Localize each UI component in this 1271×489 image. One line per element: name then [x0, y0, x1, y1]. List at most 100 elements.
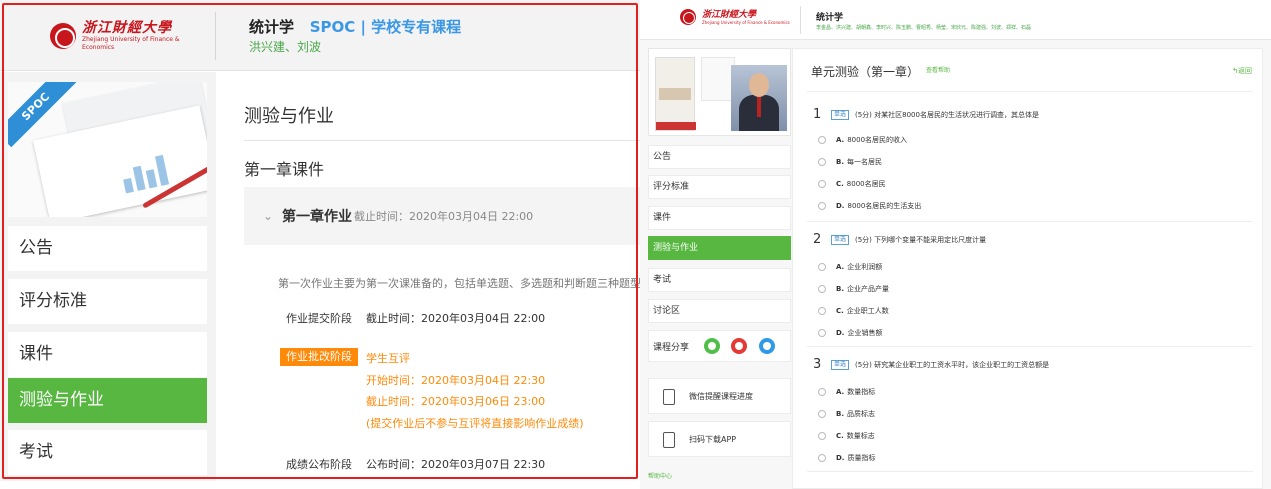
answer-option[interactable]: C. 企业职工人数	[818, 306, 889, 316]
review-stage-start: 开始时间：2020年03月04日 22:30	[366, 374, 546, 387]
sidebar-item-quiz-homework[interactable]: 测验与作业	[648, 236, 791, 260]
radio-button[interactable]	[818, 329, 826, 337]
answer-option[interactable]: C. 数量标志	[818, 431, 875, 441]
homework-deadline: 截止时间：2020年03月04日 22:00	[354, 210, 534, 223]
wechat-reminder-button[interactable]: 微信提醒课程进度	[648, 378, 791, 414]
question-text: (5分) 下列哪个变量不能采用定比尺度计量	[855, 236, 987, 244]
radio-button[interactable]	[818, 454, 826, 462]
course-book-image	[648, 48, 791, 136]
radio-button[interactable]	[818, 285, 826, 293]
question-number: 3	[813, 357, 822, 372]
sidebar-item-grading[interactable]: 评分标准	[648, 175, 791, 199]
radio-button[interactable]	[818, 202, 826, 210]
sidebar-item-exam[interactable]: 考试	[8, 430, 207, 475]
course-name: 统计学	[249, 18, 295, 36]
question-divider	[807, 346, 1253, 347]
option-text: 企业职工人数	[846, 307, 889, 315]
homework-description: 第一次作业主要为第一次课准备的，包括单选题、多选题和判断题三种题型。	[278, 277, 640, 290]
radio-button[interactable]	[818, 136, 826, 144]
submit-stage-label: 作业提交阶段	[286, 312, 352, 325]
left-course-page: 浙江財經大學 Zhejiang University of Finance & …	[0, 0, 640, 481]
course-header: 浙江財經大學 Zhejiang University of Finance & …	[640, 0, 1271, 40]
wechat-share-icon[interactable]	[704, 338, 720, 354]
answer-option[interactable]: D. 质量指标	[818, 453, 875, 463]
option-text: 8000名居民	[846, 180, 886, 188]
question-divider	[807, 91, 1253, 92]
cover-chart-bar	[155, 154, 170, 186]
review-stage-title: 学生互评	[366, 352, 410, 365]
sidebar-item-grading[interactable]: 评分标准	[8, 279, 207, 324]
teacher-photo	[731, 65, 787, 131]
answer-option[interactable]: B. 每一名居民	[818, 157, 882, 167]
option-text: 8000名居民的收入	[847, 136, 908, 144]
wechat-reminder-label: 微信提醒课程进度	[689, 392, 753, 401]
answer-option[interactable]: A. 8000名居民的收入	[818, 135, 907, 145]
radio-button[interactable]	[818, 158, 826, 166]
answer-option[interactable]: A. 企业利润额	[818, 262, 882, 272]
course-type-tag[interactable]: SPOC | 学校专有课程	[310, 18, 461, 36]
sidebar-item-announcement[interactable]: 公告	[8, 226, 207, 271]
university-logo[interactable]: 浙江財經大學 Zhejiang University of Finance & …	[680, 9, 790, 25]
option-letter: B.	[836, 285, 844, 293]
page-title: 测验与作业	[244, 106, 334, 127]
option-text: 数量指标	[847, 388, 876, 396]
course-teachers[interactable]: 李金昌、洪兴建、胡朝鑫、李时兴、陈玉鹏、曹昭秀、杨莹、宋欣元、陈建强、刘波、郑祥…	[816, 24, 1031, 31]
question-number: 2	[813, 232, 822, 247]
back-link[interactable]: ↰返回	[1232, 66, 1252, 76]
radio-button[interactable]	[818, 263, 826, 271]
homework-main: 测验与作业 第一章课件 ⌄ 第一章作业 截止时间：2020年03月04日 22:…	[216, 72, 640, 481]
answer-option[interactable]: A. 数量指标	[818, 387, 875, 397]
radio-button[interactable]	[818, 180, 826, 188]
sidebar-item-quiz-homework[interactable]: 测验与作业	[8, 378, 207, 423]
answer-option[interactable]: B. 品质标志	[818, 409, 875, 419]
radio-button[interactable]	[818, 307, 826, 315]
homework-header[interactable]: ⌄ 第一章作业 截止时间：2020年03月04日 22:00	[244, 187, 640, 245]
university-seal-icon	[680, 9, 696, 25]
cover-chart-bar	[132, 165, 146, 191]
weibo-share-icon[interactable]	[731, 338, 747, 354]
question-divider	[807, 471, 1253, 472]
right-quiz-page: 浙江財經大學 Zhejiang University of Finance & …	[640, 0, 1271, 489]
option-text: 品质标志	[847, 410, 875, 418]
option-text: 质量指标	[847, 454, 876, 462]
answer-option[interactable]: B. 企业产品产量	[818, 284, 889, 294]
sidebar-item-announcement[interactable]: 公告	[648, 145, 791, 169]
option-letter: D.	[836, 202, 845, 210]
option-text: 企业利润额	[847, 263, 883, 271]
university-logo[interactable]: 浙江財經大學 Zhejiang University of Finance & …	[50, 16, 200, 56]
header-divider	[215, 12, 216, 60]
quiz-help-link[interactable]: 查看帮助	[926, 65, 950, 74]
university-seal-icon	[50, 23, 76, 49]
download-app-button[interactable]: 扫码下载APP	[648, 421, 791, 457]
chevron-down-icon[interactable]: ⌄	[263, 209, 273, 223]
answer-option[interactable]: C. 8000名居民	[818, 179, 886, 189]
review-stage-note: (提交作业后不参与互评将直接影响作业成绩)	[366, 417, 584, 430]
publish-stage-label: 成绩公布阶段	[286, 458, 352, 471]
sidebar-item-forum[interactable]: 讨论区	[648, 299, 791, 323]
logo-english-name: Zhejiang University of Finance & Economi…	[82, 36, 180, 51]
option-letter: D.	[836, 454, 845, 462]
option-letter: D.	[836, 329, 845, 337]
option-letter: C.	[836, 180, 844, 188]
help-center-link[interactable]: 帮助中心	[648, 471, 672, 480]
publish-stage-time: 公布时间：2020年03月07日 22:30	[366, 458, 546, 471]
review-stage-end: 截止时间：2020年03月06日 23:00	[366, 395, 546, 408]
title-divider	[244, 140, 640, 141]
course-teachers[interactable]: 洪兴建、刘波	[249, 38, 321, 55]
radio-button[interactable]	[818, 432, 826, 440]
course-share: 课程分享	[648, 330, 791, 362]
textbook-cover	[655, 57, 696, 131]
radio-button[interactable]	[818, 388, 826, 396]
course-sidebar: SPOC 公告 评分标准 课件 测验与作业 考试	[0, 72, 216, 481]
option-letter: C.	[836, 432, 844, 440]
answer-option[interactable]: D. 8000名居民的生活支出	[818, 201, 921, 211]
sidebar-item-courseware[interactable]: 课件	[648, 206, 791, 230]
share-label: 课程分享	[653, 343, 690, 353]
sidebar-item-courseware[interactable]: 课件	[8, 332, 207, 377]
radio-button[interactable]	[818, 410, 826, 418]
answer-option[interactable]: D. 企业销售额	[818, 328, 882, 338]
option-text: 企业产品产量	[847, 285, 889, 293]
sidebar-item-exam[interactable]: 考试	[648, 268, 791, 292]
submit-stage-deadline: 截止时间：2020年03月04日 22:00	[366, 312, 546, 325]
qq-share-icon[interactable]	[759, 338, 775, 354]
